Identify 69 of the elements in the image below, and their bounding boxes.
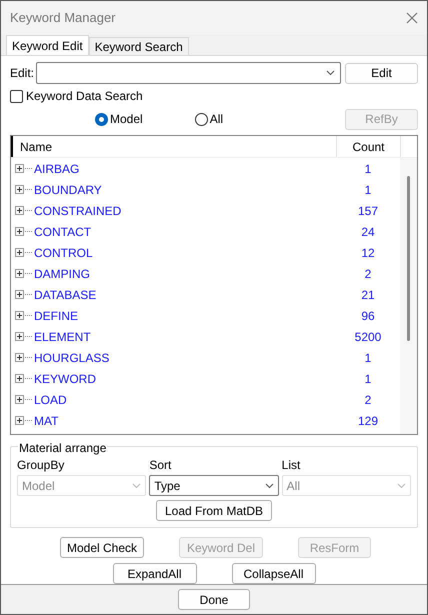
close-icon[interactable] — [406, 12, 418, 24]
expand-icon[interactable] — [15, 269, 32, 278]
tree-item[interactable]: AIRBAG — [34, 160, 336, 178]
count-cell-text: 21 — [360, 286, 376, 304]
tree-item[interactable]: LOAD — [34, 390, 336, 408]
radio-button[interactable] — [95, 112, 108, 126]
count-cell-text: 2 — [364, 392, 372, 408]
count-cell-text: 1 — [364, 350, 372, 366]
tab[interactable]: Keyword Search — [88, 37, 189, 55]
count-cell-text: 1 — [364, 370, 372, 388]
window-title: Keyword Manager — [10, 9, 116, 28]
scrollbar[interactable] — [400, 158, 417, 434]
tree-item[interactable]: ELEMENT — [34, 328, 336, 346]
count-cell-text: 2 — [364, 266, 372, 282]
tree-item[interactable]: DATABASE — [34, 286, 336, 304]
chevron-down-icon — [264, 482, 274, 488]
count-cell-text: 1 — [364, 182, 372, 198]
column-header[interactable]: Name — [11, 136, 337, 157]
checkbox[interactable] — [10, 90, 23, 102]
expand-icon[interactable] — [15, 332, 32, 341]
count-cell-text: 96 — [360, 308, 376, 324]
tree-item[interactable]: DEFINE — [34, 306, 336, 324]
load-button[interactable]: Load From MatDB — [156, 500, 272, 521]
tree-item[interactable]: MAT — [34, 412, 336, 430]
tree-item[interactable]: HOURGLASS — [34, 348, 336, 366]
done-button[interactable]: Done — [178, 589, 250, 610]
dropdown[interactable]: Type — [149, 475, 279, 496]
column-header[interactable]: Count — [337, 136, 401, 157]
expand-icon[interactable] — [15, 290, 32, 299]
action-button[interactable]: Model Check — [60, 537, 144, 558]
expand-icon[interactable] — [15, 185, 32, 194]
dropdown-label: List — [282, 457, 302, 474]
count-cell-text: 12 — [360, 244, 376, 262]
radio-label: All — [210, 111, 224, 128]
expand-icon[interactable] — [15, 416, 32, 425]
tab[interactable]: Keyword Edit — [6, 35, 89, 55]
edit-button[interactable]: Edit — [345, 62, 418, 84]
count-cell-text: 157 — [356, 202, 380, 220]
action-button[interactable]: ExpandAll — [112, 563, 196, 584]
expand-icon[interactable] — [15, 395, 32, 404]
count-cell-text: 24 — [360, 224, 376, 240]
dropdown-label: GroupBy — [17, 457, 66, 474]
tree-item[interactable]: CONTROL — [34, 244, 336, 262]
count-cell-text: 5200 — [354, 328, 382, 346]
edit-combo-box[interactable] — [36, 62, 341, 84]
field-label: Edit: — [10, 65, 34, 82]
expand-icon[interactable] — [15, 311, 32, 320]
tree-item[interactable]: BOUNDARY — [34, 180, 336, 198]
tree-item[interactable]: CONSTRAINED — [34, 202, 336, 220]
radio-button[interactable] — [194, 112, 208, 126]
expand-icon[interactable] — [15, 164, 32, 173]
dropdown-label: Sort — [149, 457, 172, 474]
expand-icon[interactable] — [15, 206, 32, 215]
scrollbar-thumb[interactable] — [407, 176, 410, 341]
checkbox-label: Keyword Data Search — [26, 88, 143, 105]
tree-item[interactable]: DAMPING — [34, 264, 336, 282]
tree-item[interactable]: CONTACT — [34, 222, 336, 240]
count-cell-text: 1 — [364, 160, 372, 178]
chevron-down-icon — [396, 482, 406, 488]
expand-icon[interactable] — [15, 374, 32, 383]
expand-icon[interactable] — [15, 248, 32, 257]
expand-icon[interactable] — [15, 227, 32, 236]
chevron-down-icon — [326, 70, 335, 76]
action-button[interactable]: CollapseAll — [232, 563, 316, 584]
expand-icon[interactable] — [15, 353, 32, 362]
radio-label: Model — [110, 111, 143, 128]
chevron-down-icon — [132, 482, 142, 488]
count-cell-text: 129 — [356, 412, 380, 430]
tree-item[interactable]: KEYWORD — [34, 370, 336, 388]
